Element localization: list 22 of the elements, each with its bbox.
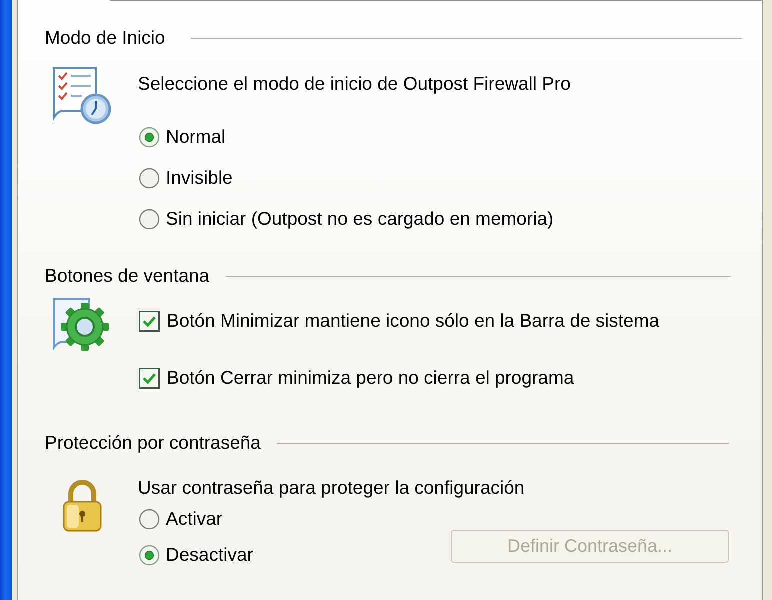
radio-button[interactable] [139,544,160,566]
checkbox[interactable] [139,310,160,332]
section-title: Modo de Inicio [45,26,166,50]
checkbox[interactable] [139,368,160,388]
gear-document-icon [53,298,110,352]
radio-button[interactable] [139,168,160,188]
checkbox-label[interactable]: Botón Cerrar minimiza pero no cierra el programa [167,366,574,390]
radio-button[interactable] [139,208,160,230]
instruction-text: Seleccione el modo de inicio de Outpost Firewall Pro [138,72,572,96]
radio-label[interactable]: Desactivar [166,543,254,567]
radio-label[interactable]: Sin iniciar (Outpost no es cargado en memoria) [166,207,554,231]
radio-label[interactable]: Invisible [166,166,233,190]
checkbox-label[interactable]: Botón Minimizar mantiene icono sólo en la Barra de sistema [167,309,660,333]
radio-label[interactable]: Normal [166,125,226,149]
padlock-icon [62,480,103,532]
radio-button[interactable] [139,508,160,530]
radio-button[interactable] [139,126,160,148]
instruction-text: Usar contraseña para proteger la configuración [138,476,526,500]
section-title: Botones de ventana [45,264,210,288]
checklist-clock-icon [52,67,112,125]
section-title: Protección por contraseña [45,431,261,455]
radio-label[interactable]: Activar [166,507,223,531]
